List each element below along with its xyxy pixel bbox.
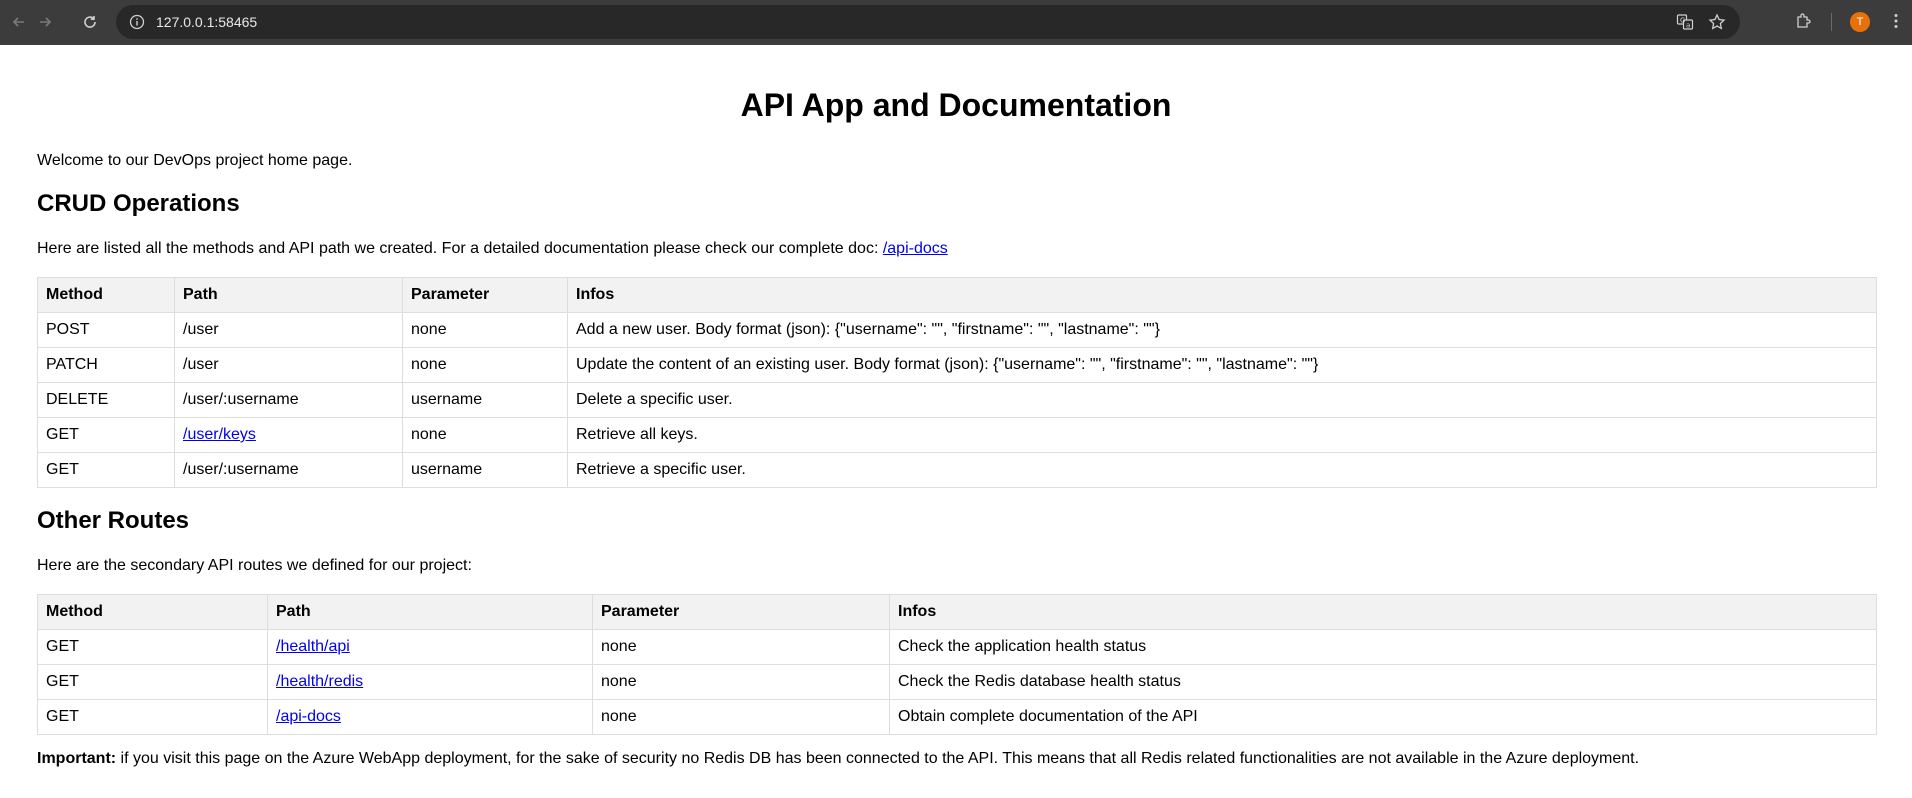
path-cell: /api-docs xyxy=(267,699,593,735)
reload-icon xyxy=(84,16,96,28)
table-row: POST/user none Add a new user. Body format… xyxy=(37,312,1877,348)
svg-text:a: a xyxy=(1686,22,1690,30)
infos-cell: Update the content of an existing user. … xyxy=(567,347,1877,383)
path-cell: /user/:username xyxy=(174,382,403,418)
infos-cell: Check the application health status xyxy=(889,629,1877,665)
table-row: GET/user/keys none Retrieve all keys. xyxy=(37,417,1877,453)
parameter-cell: none xyxy=(402,347,568,383)
back-arrow-icon xyxy=(12,17,24,27)
method-cell: PATCH xyxy=(37,347,175,383)
path-cell: /user/:username xyxy=(174,452,403,488)
welcome-text: Welcome to our DevOps project home page. xyxy=(37,152,353,169)
path-link[interactable]: /user/keys xyxy=(183,426,256,443)
kebab-menu-icon[interactable] xyxy=(1887,12,1905,30)
path-link[interactable]: /api-docs xyxy=(276,708,341,725)
table-row: GET/api-docs none Obtain complete document… xyxy=(37,699,1877,735)
page-title: API App and Documentation xyxy=(740,87,1172,123)
page-content: API App and Documentation Welcome to our… xyxy=(0,85,1912,769)
parameter-cell: none xyxy=(592,664,890,700)
svg-text:G: G xyxy=(1680,17,1685,25)
path-cell: /health/redis xyxy=(267,664,593,700)
extensions-puzzle-icon[interactable] xyxy=(1795,12,1813,30)
method-cell: POST xyxy=(37,312,175,348)
crud-table: Method Path Parameter Infos POST/user non… xyxy=(37,277,1877,488)
important-label: Important: xyxy=(37,750,117,767)
method-cell: GET xyxy=(37,664,268,700)
header-parameter: Parameter xyxy=(402,277,568,313)
bookmark-star-icon[interactable] xyxy=(1708,13,1726,31)
method-cell: GET xyxy=(37,417,175,453)
table-header-row: Method Path Parameter Infos xyxy=(37,594,1877,630)
table-header-row: Method Path Parameter Infos xyxy=(37,277,1877,313)
infos-cell: Add a new user. Body format (json): {"us… xyxy=(567,312,1877,348)
header-path: Path xyxy=(174,277,403,313)
crud-intro-text: Here are listed all the methods and API … xyxy=(37,240,883,257)
toolbar-divider xyxy=(1831,13,1832,31)
table-row: DELETE/user/:username username Delete a sp… xyxy=(37,382,1877,418)
method-cell: GET xyxy=(37,629,268,665)
parameter-cell: none xyxy=(402,312,568,348)
url-text[interactable]: 127.0.0.1:58465 xyxy=(156,14,257,30)
api-docs-link[interactable]: /api-docs xyxy=(883,240,948,257)
method-cell: DELETE xyxy=(37,382,175,418)
header-infos: Infos xyxy=(889,594,1877,630)
method-cell: GET xyxy=(37,699,268,735)
important-text: if you visit this page on the Azure WebA… xyxy=(116,750,1640,767)
table-row: GET/health/redis none Check the Redis data… xyxy=(37,664,1877,700)
parameter-cell: none xyxy=(592,699,890,735)
infos-cell: Check the Redis database health status xyxy=(889,664,1877,700)
parameter-cell: none xyxy=(402,417,568,453)
parameter-cell: username xyxy=(402,382,568,418)
reload-button[interactable] xyxy=(78,10,102,34)
forward-arrow-icon xyxy=(40,17,52,27)
profile-avatar[interactable]: T xyxy=(1850,12,1870,32)
parameter-cell: none xyxy=(592,629,890,665)
other-routes-intro: Here are the secondary API routes we def… xyxy=(37,557,472,574)
path-link[interactable]: /health/api xyxy=(276,638,350,655)
infos-cell: Delete a specific user. xyxy=(567,382,1877,418)
other-routes-heading: Other Routes xyxy=(37,507,190,534)
back-button[interactable] xyxy=(7,10,31,34)
path-cell: /user xyxy=(174,312,403,348)
infos-cell: Obtain complete documentation of the API xyxy=(889,699,1877,735)
header-infos: Infos xyxy=(567,277,1877,313)
important-note: Important: if you visit this page on the… xyxy=(37,749,1875,769)
method-cell: GET xyxy=(37,452,175,488)
site-info-icon[interactable] xyxy=(128,13,146,31)
header-method: Method xyxy=(37,594,268,630)
path-cell: /user/keys xyxy=(174,417,403,453)
table-row: GET/health/api none Check the application … xyxy=(37,629,1877,665)
header-method: Method xyxy=(37,277,175,313)
crud-heading: CRUD Operations xyxy=(37,190,240,217)
browser-toolbar: 127.0.0.1:58465 Ga T xyxy=(0,0,1912,45)
header-path: Path xyxy=(267,594,593,630)
address-bar[interactable]: 127.0.0.1:58465 Ga xyxy=(116,5,1740,39)
header-parameter: Parameter xyxy=(592,594,890,630)
translate-icon[interactable]: Ga xyxy=(1676,13,1694,31)
infos-cell: Retrieve all keys. xyxy=(567,417,1877,453)
crud-intro: Here are listed all the methods and API … xyxy=(37,239,1875,259)
path-cell: /health/api xyxy=(267,629,593,665)
path-link[interactable]: /health/redis xyxy=(276,673,363,690)
infos-cell: Retrieve a specific user. xyxy=(567,452,1877,488)
table-row: PATCH/user none Update the content of an e… xyxy=(37,347,1877,383)
parameter-cell: username xyxy=(402,452,568,488)
forward-button[interactable] xyxy=(33,10,57,34)
path-cell: /user xyxy=(174,347,403,383)
table-row: GET/user/:username username Retrieve a spe… xyxy=(37,452,1877,488)
other-routes-table: Method Path Parameter Infos GET/health/a… xyxy=(37,594,1877,735)
